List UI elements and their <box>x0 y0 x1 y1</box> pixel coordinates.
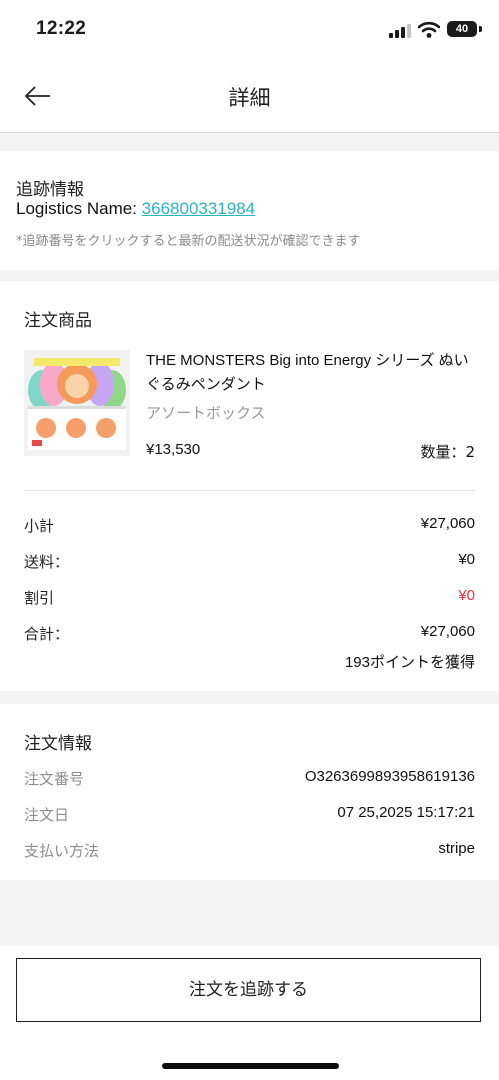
signal-icon <box>389 24 411 38</box>
status-time: 12:22 <box>36 18 87 39</box>
total-value: ¥27,060 <box>420 623 475 640</box>
payment-method-value: stripe <box>438 840 475 857</box>
status-bar: 12:22 40 <box>0 0 499 60</box>
product-price: ¥13,530 <box>146 441 201 458</box>
products-card: 注文商品 THE MONSTERS Big into Energy シリーズ ぬ… <box>0 281 499 691</box>
products-title: 注文商品 <box>24 311 92 331</box>
points-earned: 193ポイントを獲得 <box>344 654 475 671</box>
discount-value: ¥0 <box>458 587 475 604</box>
tracking-title: 追跡情報 <box>16 180 84 200</box>
shipping-label: 送料： <box>24 553 70 571</box>
product-quantity: 数量：2 <box>420 443 475 461</box>
divider <box>24 490 475 491</box>
product-image[interactable] <box>24 350 130 456</box>
logistics-label: Logistics Name: <box>16 199 142 218</box>
subtotal-value: ¥27,060 <box>420 515 475 532</box>
total-label: 合計： <box>24 625 70 643</box>
order-info-card: 注文情報 注文番号 O3263699893958619136 注文日 07 25… <box>0 704 499 880</box>
order-date-value: 07 25,2025 15:17:21 <box>337 804 475 821</box>
logistics-line: Logistics Name: 366800331984 <box>16 199 255 219</box>
tracking-card: 追跡情報 Logistics Name: 366800331984 *追跡番号を… <box>0 151 499 270</box>
product-name[interactable]: THE MONSTERS Big into Energy シリーズ ぬいぐるみペ… <box>146 349 476 397</box>
order-number-value: O3263699893958619136 <box>304 768 475 785</box>
bottom-action-bar: 注文を追跡する <box>0 946 499 1080</box>
wifi-icon <box>418 21 440 38</box>
order-date-label: 注文日 <box>24 806 70 824</box>
order-number-label: 注文番号 <box>24 770 85 788</box>
tracking-note: *追跡番号をクリックすると最新の配送状況が確認できます <box>16 234 361 249</box>
battery-icon: 40 <box>447 21 477 37</box>
shipping-value: ¥0 <box>458 551 475 568</box>
battery-cap <box>479 26 482 32</box>
home-indicator <box>162 1063 339 1069</box>
page-title: 詳細 <box>228 86 271 110</box>
payment-method-label: 支払い方法 <box>24 842 100 860</box>
track-order-button[interactable]: 注文を追跡する <box>16 958 481 1022</box>
tracking-number-link[interactable]: 366800331984 <box>142 199 255 218</box>
subtotal-label: 小計 <box>24 517 55 535</box>
order-info-title: 注文情報 <box>24 734 92 754</box>
discount-label: 割引 <box>24 589 55 607</box>
nav-bar: 詳細 <box>0 60 499 133</box>
product-variant: アソートボックス <box>146 404 266 422</box>
